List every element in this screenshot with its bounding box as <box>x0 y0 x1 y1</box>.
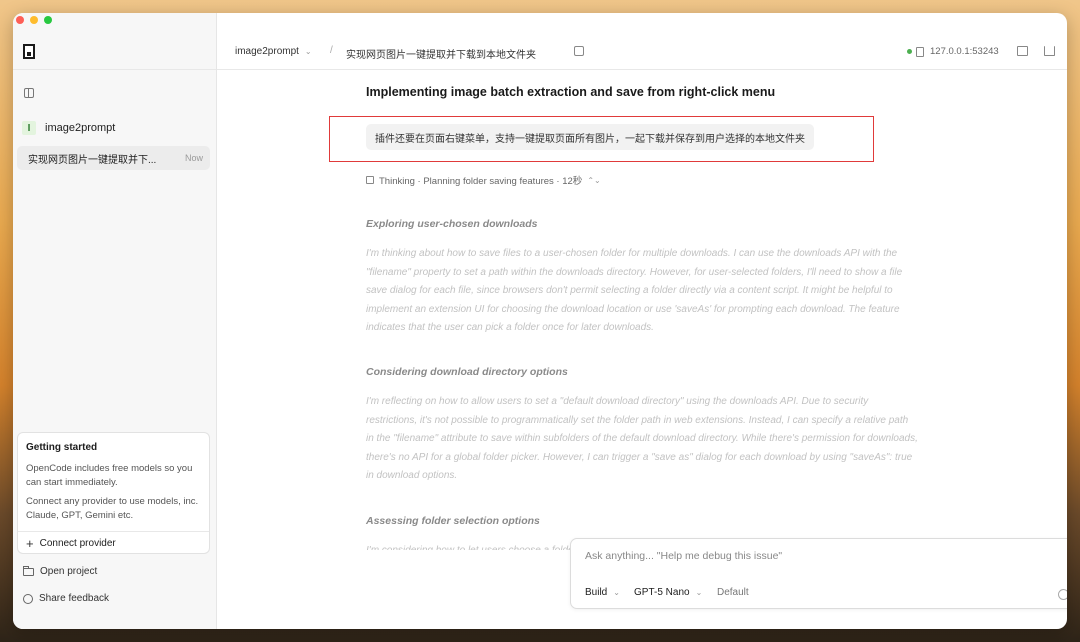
chevron-down-icon: ⌄ <box>304 47 312 56</box>
share-feedback-button[interactable]: Share feedback <box>23 593 109 604</box>
variant-select[interactable]: Default <box>717 587 749 598</box>
session-time: Now <box>184 153 203 163</box>
thinking-icon <box>366 176 374 184</box>
close-window-icon[interactable] <box>16 16 24 24</box>
composer: Build ⌄ GPT-5 Nano ⌄ Default <box>570 538 1067 609</box>
project-name: image2prompt <box>45 122 116 134</box>
window-controls <box>16 16 52 24</box>
conversation-heading: Implementing image batch extraction and … <box>366 85 776 99</box>
breadcrumb-session[interactable]: 实现网页图片一键提取并下载到本地文件夹 <box>346 46 536 61</box>
folder-icon <box>23 565 34 576</box>
project-row[interactable]: I image2prompt <box>22 121 115 135</box>
getting-started-title: Getting started <box>26 442 98 453</box>
toggle-sidebar-icon[interactable] <box>24 88 34 98</box>
open-project-label: Open project <box>40 566 98 577</box>
sidebar: I image2prompt 实现网页图片一键提取并下... Now Getti… <box>13 13 217 629</box>
expand-chevron-icon: ⌃⌄ <box>587 175 601 185</box>
circle-icon[interactable] <box>1058 589 1067 600</box>
project-badge-icon: I <box>22 121 36 135</box>
minimize-window-icon[interactable] <box>30 16 38 24</box>
server-status-dot <box>907 49 912 54</box>
plus-icon: + <box>26 536 34 551</box>
mode-select[interactable]: Build ⌄ <box>585 587 620 598</box>
thinking-label: Thinking · Planning folder saving featur… <box>379 176 583 187</box>
connect-provider-label: Connect provider <box>39 538 116 549</box>
connect-provider-button[interactable]: + Connect provider <box>18 531 209 553</box>
breadcrumb-separator: / <box>330 45 333 56</box>
reasoning-section-body: I'm reflecting on how to allow users to … <box>366 396 918 481</box>
user-message: 插件还要在页面右键菜单，支持一键提取页面所有图片，一起下载并保存到用户选择的本地… <box>366 124 814 150</box>
reasoning-section-title: Considering download directory options <box>366 366 568 378</box>
mode-label: Build <box>585 587 608 598</box>
open-project-button[interactable]: Open project <box>23 565 98 577</box>
app-window: I image2prompt 实现网页图片一键提取并下... Now Getti… <box>13 13 1067 629</box>
main-panel: image2prompt ⌄ / 实现网页图片一键提取并下载到本地文件夹 127.… <box>217 13 1067 629</box>
reasoning-section-title: Assessing folder selection options <box>366 515 540 527</box>
getting-started-card: Getting started OpenCode includes free m… <box>17 432 210 554</box>
share-feedback-label: Share feedback <box>39 593 110 604</box>
edit-title-icon[interactable] <box>574 46 584 56</box>
zoom-window-icon[interactable] <box>44 16 52 24</box>
model-label: GPT-5 Nano <box>634 587 690 598</box>
getting-started-text-2: Connect any provider to use models, inc.… <box>26 496 199 521</box>
chevron-down-icon: ⌄ <box>613 588 620 597</box>
chevron-down-icon: ⌄ <box>695 588 703 597</box>
top-bar: image2prompt ⌄ / 实现网页图片一键提取并下载到本地文件夹 127.… <box>217 13 1067 70</box>
model-select[interactable]: GPT-5 Nano ⌄ <box>634 587 702 598</box>
toggle-panel-icon[interactable] <box>1017 46 1028 56</box>
session-item[interactable]: 实现网页图片一键提取并下... Now <box>17 146 210 170</box>
breadcrumb-project-label: image2prompt <box>235 46 299 57</box>
session-title: 实现网页图片一键提取并下... <box>28 154 157 166</box>
prompt-input[interactable] <box>585 550 1067 562</box>
share-icon[interactable] <box>1044 46 1055 56</box>
server-icon <box>916 47 924 57</box>
server-address[interactable]: 127.0.0.1:53243 <box>930 46 999 57</box>
opencode-logo-icon <box>23 44 35 59</box>
thinking-status[interactable]: Thinking · Planning folder saving featur… <box>366 173 601 187</box>
chat-bubble-icon <box>23 593 33 604</box>
getting-started-text-1: OpenCode includes free models so you can… <box>26 463 193 488</box>
reasoning-section-title: Exploring user-chosen downloads <box>366 218 538 230</box>
breadcrumb-project[interactable]: image2prompt ⌄ <box>235 46 312 57</box>
reasoning-section-body: I'm thinking about how to save files to … <box>366 248 903 333</box>
